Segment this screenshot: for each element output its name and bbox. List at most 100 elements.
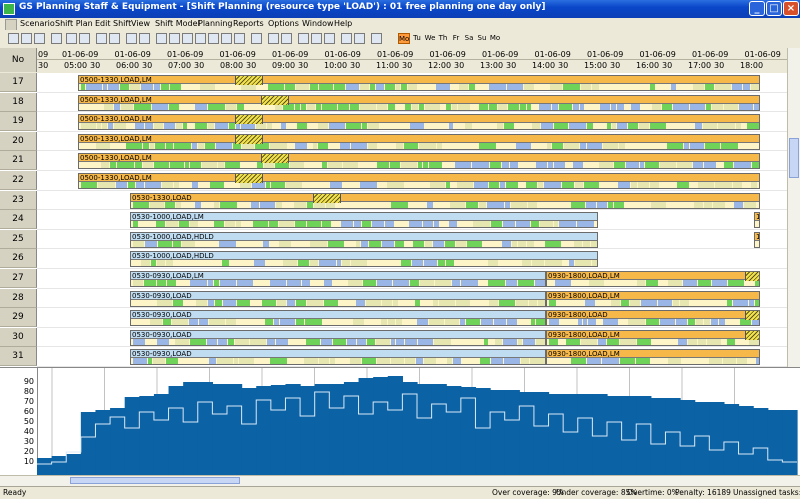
task-segment[interactable] — [190, 280, 207, 286]
shift-bar[interactable]: 0530-0930,LOAD — [130, 349, 546, 366]
task-segment[interactable] — [569, 260, 574, 267]
row-number[interactable]: 20 — [0, 131, 37, 151]
task-segment[interactable] — [236, 221, 241, 228]
task-segment[interactable] — [157, 338, 169, 345]
shift-bar[interactable]: 0930-1800,LOAD,LM — [546, 329, 760, 346]
task-segment[interactable] — [218, 338, 227, 345]
task-segment[interactable] — [416, 358, 423, 365]
task-segment[interactable] — [503, 338, 517, 345]
task-segment[interactable] — [108, 123, 113, 130]
task-segment[interactable] — [461, 280, 478, 286]
task-segment[interactable] — [148, 358, 152, 365]
task-segment[interactable] — [215, 123, 228, 130]
task-segment[interactable] — [395, 221, 408, 228]
task-segment[interactable] — [694, 201, 703, 208]
task-segment[interactable] — [476, 84, 488, 90]
task-segment[interactable] — [415, 299, 420, 306]
task-segment[interactable] — [652, 338, 663, 345]
task-segment[interactable] — [473, 123, 490, 130]
task-segment[interactable] — [375, 260, 383, 267]
task-segment[interactable] — [677, 162, 692, 169]
task-segment[interactable] — [328, 240, 344, 247]
task-segment[interactable] — [145, 182, 161, 188]
task-segment[interactable] — [628, 319, 645, 326]
task-segment[interactable] — [694, 358, 708, 365]
task-segment[interactable] — [277, 299, 286, 306]
task-segment[interactable] — [504, 123, 514, 130]
task-segment[interactable] — [324, 299, 338, 306]
task-segment[interactable] — [310, 84, 318, 90]
task-segment[interactable] — [202, 162, 217, 169]
task-segment[interactable] — [346, 84, 359, 90]
task-segment[interactable] — [743, 84, 750, 90]
task-segment[interactable] — [412, 260, 423, 267]
task-segment[interactable] — [133, 240, 144, 247]
task-segment[interactable] — [271, 182, 285, 188]
task-segment[interactable] — [536, 319, 545, 326]
task-segment[interactable] — [304, 358, 318, 365]
task-segment[interactable] — [734, 162, 751, 169]
task-segment[interactable] — [421, 299, 432, 306]
task-segment[interactable] — [566, 338, 580, 345]
task-segment[interactable] — [749, 299, 754, 306]
task-segment[interactable] — [645, 162, 659, 169]
task-segment[interactable] — [307, 103, 315, 110]
task-segment[interactable] — [605, 280, 621, 286]
shift-bar[interactable]: 0530-0930,LOAD,LM — [130, 271, 546, 287]
task-segment[interactable] — [145, 240, 157, 247]
break-marker[interactable] — [235, 174, 263, 183]
task-segment[interactable] — [559, 103, 572, 110]
task-segment[interactable] — [425, 103, 440, 110]
task-segment[interactable] — [679, 201, 693, 208]
task-segment[interactable] — [693, 84, 704, 90]
menu-shift-model[interactable]: Shift Model — [155, 18, 200, 30]
task-segment[interactable] — [381, 319, 387, 326]
task-segment[interactable] — [637, 142, 651, 149]
row-number[interactable]: 24 — [0, 210, 37, 230]
task-segment[interactable] — [279, 240, 291, 247]
task-segment[interactable] — [169, 103, 179, 110]
task-segment[interactable] — [667, 123, 676, 130]
task-segment[interactable] — [290, 162, 304, 169]
task-segment[interactable] — [619, 319, 627, 326]
task-segment[interactable] — [374, 201, 390, 208]
task-segment[interactable] — [166, 358, 178, 365]
task-segment[interactable] — [527, 103, 531, 110]
task-segment[interactable] — [507, 319, 517, 326]
task-segment[interactable] — [161, 84, 169, 90]
task-segment[interactable] — [562, 240, 573, 247]
task-segment[interactable] — [682, 358, 693, 365]
task-segment[interactable] — [427, 201, 433, 208]
task-segment[interactable] — [552, 142, 563, 149]
task-segment[interactable] — [260, 201, 275, 208]
task-segment[interactable] — [184, 260, 200, 267]
task-segment[interactable] — [419, 201, 426, 208]
task-segment[interactable] — [716, 299, 726, 306]
task-segment[interactable] — [531, 221, 539, 228]
task-segment[interactable] — [445, 240, 455, 247]
task-segment[interactable] — [384, 260, 400, 267]
task-segment[interactable] — [237, 280, 253, 286]
task-segment[interactable] — [165, 201, 175, 208]
shift-bar[interactable]: 0500-1330,LOAD,LM — [78, 94, 760, 111]
task-segment[interactable] — [175, 338, 189, 345]
task-segment[interactable] — [443, 142, 447, 149]
task-segment[interactable] — [405, 358, 415, 365]
task-segment[interactable] — [150, 319, 162, 326]
task-segment[interactable] — [637, 338, 651, 345]
task-segment[interactable] — [81, 162, 85, 169]
task-segment[interactable] — [471, 103, 478, 110]
task-segment[interactable] — [589, 280, 604, 286]
task-segment[interactable] — [466, 319, 480, 326]
task-segment[interactable] — [506, 280, 517, 286]
task-segment[interactable] — [201, 260, 212, 267]
task-segment[interactable] — [128, 182, 135, 188]
task-segment[interactable] — [350, 182, 359, 188]
task-segment[interactable] — [430, 182, 445, 188]
task-segment[interactable] — [636, 358, 650, 365]
task-segment[interactable] — [614, 84, 629, 90]
task-segment[interactable] — [445, 319, 459, 326]
task-segment[interactable] — [297, 123, 307, 130]
task-segment[interactable] — [198, 142, 204, 149]
task-segment[interactable] — [287, 299, 295, 306]
